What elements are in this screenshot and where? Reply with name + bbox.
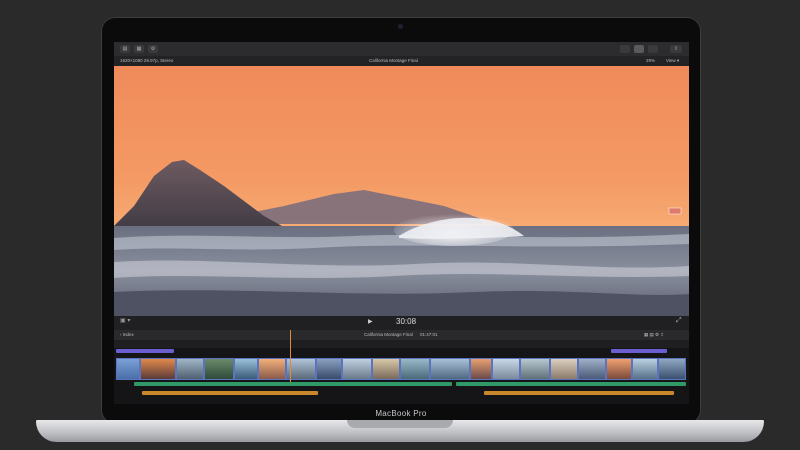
view-menu[interactable]: View ▾ [666, 56, 679, 66]
audio-clip[interactable] [456, 382, 686, 386]
title-clip[interactable] [116, 349, 174, 353]
video-clip[interactable] [316, 358, 342, 380]
library-icon: ▤ [122, 46, 128, 52]
share-icon: ⇪ [673, 46, 679, 52]
viewer-controls: ▣ ▾ ▶ 30:08 ⤢ [114, 316, 689, 330]
video-clip[interactable] [578, 358, 606, 380]
audio-lanes [114, 382, 689, 404]
project-format: 1920×1080 29.97p, Stereo [120, 58, 174, 63]
grid-icon: ▦ [136, 46, 142, 52]
music-clip[interactable] [142, 391, 318, 395]
video-clip[interactable] [342, 358, 372, 380]
laptop-notch [347, 420, 453, 428]
index-label: Index [122, 332, 134, 337]
toolbar: ▤ ▦ ⚙ ⇪ [114, 42, 689, 57]
video-clip[interactable] [234, 358, 258, 380]
video-clip[interactable] [632, 358, 658, 380]
media-button[interactable]: ▦ [134, 45, 144, 53]
video-clip[interactable] [520, 358, 550, 380]
device-brand-label: MacBook Pro [375, 409, 427, 418]
timeline-ruler[interactable] [114, 340, 689, 348]
video-clip[interactable] [116, 358, 140, 380]
transform-icon[interactable]: ▣ ▾ [120, 317, 130, 324]
settings-icon: ⚙ [150, 46, 156, 52]
titles-button[interactable]: ⚙ [148, 45, 158, 53]
music-clip[interactable] [484, 391, 674, 395]
video-clip[interactable] [492, 358, 520, 380]
video-clip[interactable] [658, 358, 686, 380]
timeline-duration: 01:47:01 [420, 332, 438, 337]
project-title: California Montage Final [369, 58, 418, 63]
video-clip[interactable] [470, 358, 492, 380]
video-clip[interactable] [550, 358, 578, 380]
timeline-toggle[interactable] [634, 45, 644, 53]
video-clip[interactable] [400, 358, 430, 380]
library-button[interactable]: ▤ [120, 45, 130, 53]
index-button[interactable]: ‹ Index [120, 330, 134, 340]
inspector-toggle[interactable] [648, 45, 658, 53]
title-clip[interactable] [611, 349, 667, 353]
video-clip[interactable] [430, 358, 470, 380]
video-clip[interactable] [372, 358, 400, 380]
timeline-project-name: California Montage Final [364, 332, 413, 337]
play-icon[interactable]: ▶ [368, 318, 373, 325]
camera-icon [398, 24, 403, 29]
video-clip[interactable] [606, 358, 632, 380]
audio-clip[interactable] [134, 382, 452, 386]
video-clip[interactable] [140, 358, 176, 380]
fullscreen-icon[interactable]: ⤢ [676, 317, 682, 325]
browser-toggle[interactable] [620, 45, 630, 53]
zoom-level[interactable]: 29% [646, 56, 655, 66]
timecode-display: 30:08 [396, 317, 417, 326]
viewer-info-bar: 1920×1080 29.97p, Stereo California Mont… [114, 56, 689, 66]
viewer-frame[interactable] [114, 66, 689, 316]
video-clip[interactable] [204, 358, 234, 380]
app-screen: ▤ ▦ ⚙ ⇪ 1920×1080 29.97p, Stereo Califor… [114, 42, 689, 404]
video-clip[interactable] [258, 358, 286, 380]
timeline-tools[interactable]: ▦ ▤ ⚙ ⇪ [644, 330, 664, 340]
timeline-header: ‹ Index California Montage Final 01:47:0… [114, 330, 689, 340]
video-clip[interactable] [176, 358, 204, 380]
share-button[interactable]: ⇪ [670, 45, 682, 53]
